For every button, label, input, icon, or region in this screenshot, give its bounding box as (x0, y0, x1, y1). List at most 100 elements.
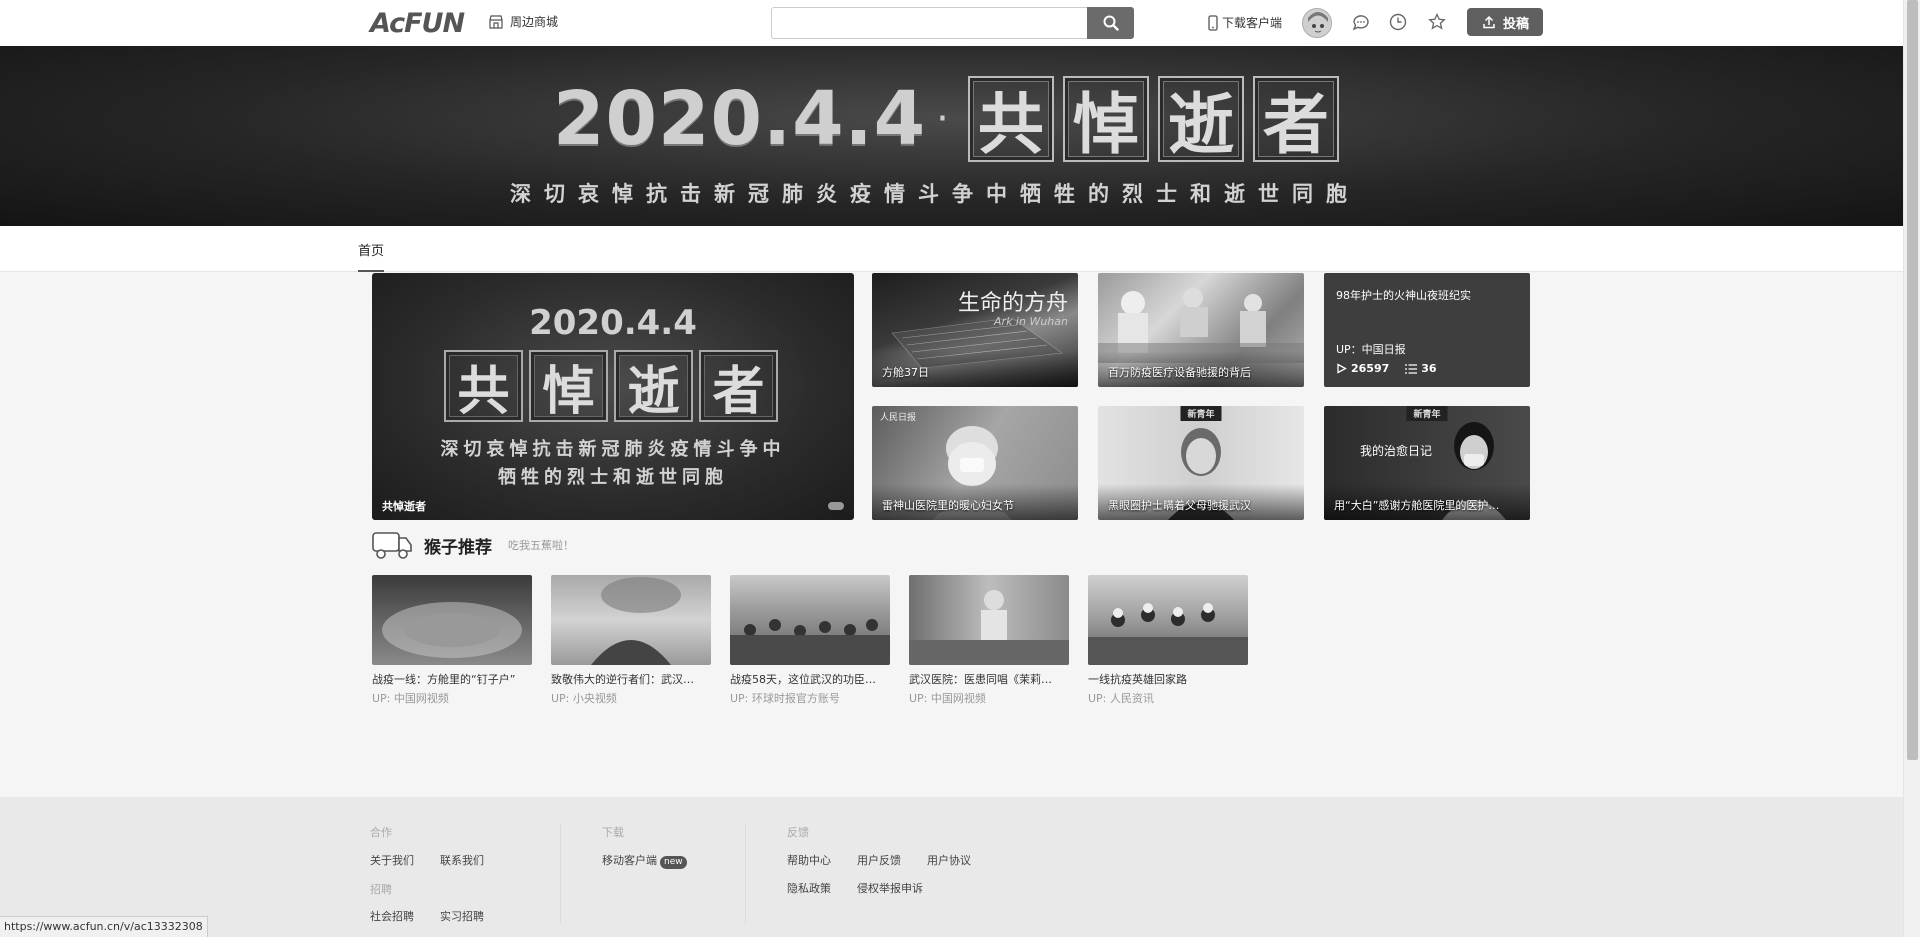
banner-char: 悼 (1062, 76, 1149, 163)
video-title[interactable]: 战疫58天，这位武汉的功臣… (730, 671, 890, 687)
search-input[interactable] (771, 7, 1087, 39)
video-thumbnail[interactable] (372, 575, 532, 665)
video-title[interactable]: 武汉医院：医患同唱《茉莉… (909, 671, 1069, 687)
download-client-link[interactable]: 下载客户端 (1208, 14, 1282, 31)
upload-label: 投稿 (1502, 16, 1529, 32)
message-icon[interactable] (1351, 12, 1371, 32)
video-thumbnail[interactable] (1088, 575, 1248, 665)
footer-link-agreement[interactable]: 用户协议 (927, 852, 971, 868)
tab-home[interactable]: 首页 (358, 240, 385, 272)
avatar-face-icon (1303, 9, 1331, 37)
footer-link-about[interactable]: 关于我们 (370, 852, 414, 868)
footer-link-social-recruit[interactable]: 社会招聘 (370, 908, 414, 924)
banner-char: 者 (1252, 76, 1339, 163)
hero-char: 逝 (614, 350, 693, 422)
acfun-logo[interactable]: AcFUN (370, 8, 465, 39)
user-avatar[interactable] (1302, 8, 1332, 38)
footer-divider (745, 824, 746, 924)
crowd-image-icon (730, 619, 890, 665)
carousel-indicator[interactable] (828, 502, 844, 510)
video-uploader[interactable]: UP: 人民资讯 (1088, 690, 1248, 706)
truck-icon (372, 532, 412, 559)
danmaku-count: 36 (1405, 362, 1437, 375)
stadium-image-icon (382, 602, 522, 658)
danmaku-count-value: 36 (1421, 362, 1437, 375)
tile-caption: 用“大白”感谢方舱医院里的医护… (1334, 499, 1500, 512)
video-info-tile[interactable]: 98年护士的火神山夜班纪实 UP：中国日报 26597 36 (1324, 273, 1530, 387)
hero-subtitle: 深切哀悼抗击新冠肺炎疫情斗争中 (440, 439, 786, 460)
tile-uploader: UP：中国日报 (1336, 343, 1406, 356)
footer-download-title: 下载 (602, 826, 624, 839)
tile-overlay-subtitle: Ark in Wuhan (994, 315, 1068, 328)
video-card[interactable]: 战疫一线：方舱里的“钉子户” UP: 中国网视频 (372, 575, 532, 706)
footer-link-privacy[interactable]: 隐私政策 (787, 880, 831, 896)
tile-caption: 方舱37日 (882, 366, 929, 379)
video-card[interactable]: 致敬伟大的逆行者们：武汉… UP: 小央视频 (551, 575, 711, 706)
video-thumbnail[interactable] (551, 575, 711, 665)
footer-link-mobile-client[interactable]: 移动客户端 new (602, 852, 687, 869)
shop-icon (489, 14, 503, 29)
motorcade-image-icon (1088, 603, 1248, 665)
footer-feedback-title: 反馈 (787, 826, 809, 839)
search-button[interactable] (1087, 7, 1134, 39)
hero-carousel[interactable]: 2020.4.4 共 悼 逝 者 深切哀悼抗击新冠肺炎疫情斗争中 牺牲的烈士和逝… (372, 273, 854, 520)
video-tile[interactable]: 新青年 我的治愈日记 用“大白”感谢方舱医院里的医护… (1324, 406, 1530, 520)
recommend-header: 猴子推荐 吃我五蕉啦！ (372, 530, 574, 560)
hero-char: 共 (444, 350, 523, 422)
hero-chars: 共 悼 逝 者 (444, 350, 778, 422)
play-count: 26597 (1336, 362, 1389, 375)
recommend-subtitle: 吃我五蕉啦！ (508, 539, 574, 552)
footer-divider (560, 824, 561, 924)
shop-label: 周边商城 (510, 15, 559, 29)
video-card[interactable]: 战疫58天，这位武汉的功臣… UP: 环球时报官方账号 (730, 575, 890, 706)
history-clock-icon[interactable] (1388, 12, 1408, 32)
tile-caption: 黑眼圈护士瞒着父母驰援武汉 (1108, 499, 1251, 512)
vertical-scrollbar[interactable] (1903, 0, 1920, 937)
mobile-client-label: 移动客户端 (602, 854, 657, 867)
video-uploader[interactable]: UP: 中国网视频 (909, 690, 1069, 706)
footer-link-report[interactable]: 侵权举报申诉 (857, 880, 923, 896)
video-title[interactable]: 一线抗疫英雄回家路 (1088, 671, 1248, 687)
shop-link[interactable]: 周边商城 (488, 13, 558, 30)
video-uploader[interactable]: UP: 中国网视频 (372, 690, 532, 706)
upload-button[interactable]: 投稿 (1467, 8, 1543, 36)
favorites-star-icon[interactable] (1427, 12, 1447, 32)
hospital-image-icon (909, 590, 1069, 665)
video-title[interactable]: 战疫一线：方舱里的“钉子户” (372, 671, 532, 687)
tile-overlay-title: 生命的方舟 (957, 291, 1068, 316)
footer-coop-title: 合作 (370, 826, 392, 839)
banner-char: 共 (967, 76, 1054, 163)
video-thumbnail[interactable] (730, 575, 890, 665)
footer-link-help[interactable]: 帮助中心 (787, 852, 831, 868)
video-thumbnail[interactable] (909, 575, 1069, 665)
footer: 合作 关于我们 联系我们 招聘 社会招聘 实习招聘 下载 移动客户端 new 反馈… (0, 797, 1903, 937)
video-card[interactable]: 一线抗疫英雄回家路 UP: 人民资讯 (1088, 575, 1248, 706)
tile-caption: 百万防疫医疗设备驰援的背后 (1108, 366, 1251, 379)
tile-title: 98年护士的火神山夜班纪实 (1336, 289, 1471, 302)
footer-link-contact[interactable]: 联系我们 (440, 852, 484, 868)
video-tile[interactable]: 生命的方舟 Ark in Wuhan 方舱37日 (872, 273, 1078, 387)
video-tile[interactable]: 新青年 黑眼圈护士瞒着父母驰援武汉 (1098, 406, 1304, 520)
memorial-banner[interactable]: 2020.4.4 · 共 悼 逝 者 深切哀悼抗击新冠肺炎疫情斗争中牺牲的烈士和… (0, 46, 1903, 226)
video-tile[interactable]: 人民日报 雷神山医院里的暖心妇女节 (872, 406, 1078, 520)
footer-link-feedback[interactable]: 用户反馈 (857, 852, 901, 868)
scrollbar-thumb[interactable] (1907, 0, 1918, 760)
video-uploader[interactable]: UP: 小央视频 (551, 690, 711, 706)
banner-dot: · (936, 96, 949, 142)
danmaku-list-icon (1405, 363, 1418, 374)
banner-char: 逝 (1157, 76, 1244, 163)
play-count-value: 26597 (1351, 362, 1390, 375)
footer-recruit-title: 招聘 (370, 883, 392, 896)
video-title[interactable]: 致敬伟大的逆行者们：武汉… (551, 671, 711, 687)
video-card[interactable]: 武汉医院：医患同唱《茉莉… UP: 中国网视频 (909, 575, 1069, 706)
download-label: 下载客户端 (1222, 16, 1283, 30)
video-tile[interactable]: 百万防疫医疗设备驰援的背后 (1098, 273, 1304, 387)
hero-char: 悼 (529, 350, 608, 422)
video-uploader[interactable]: UP: 环球时报官方账号 (730, 690, 890, 706)
hero-subtitle: 牺牲的烈士和逝世同胞 (498, 467, 728, 488)
recommend-title: 猴子推荐 (424, 537, 492, 558)
footer-link-intern-recruit[interactable]: 实习招聘 (440, 908, 484, 924)
upload-icon (1483, 15, 1495, 29)
banner-subtitle: 深切哀悼抗击新冠肺炎疫情斗争中牺牲的烈士和逝世同胞 (510, 182, 1360, 206)
search-icon (1103, 15, 1119, 31)
